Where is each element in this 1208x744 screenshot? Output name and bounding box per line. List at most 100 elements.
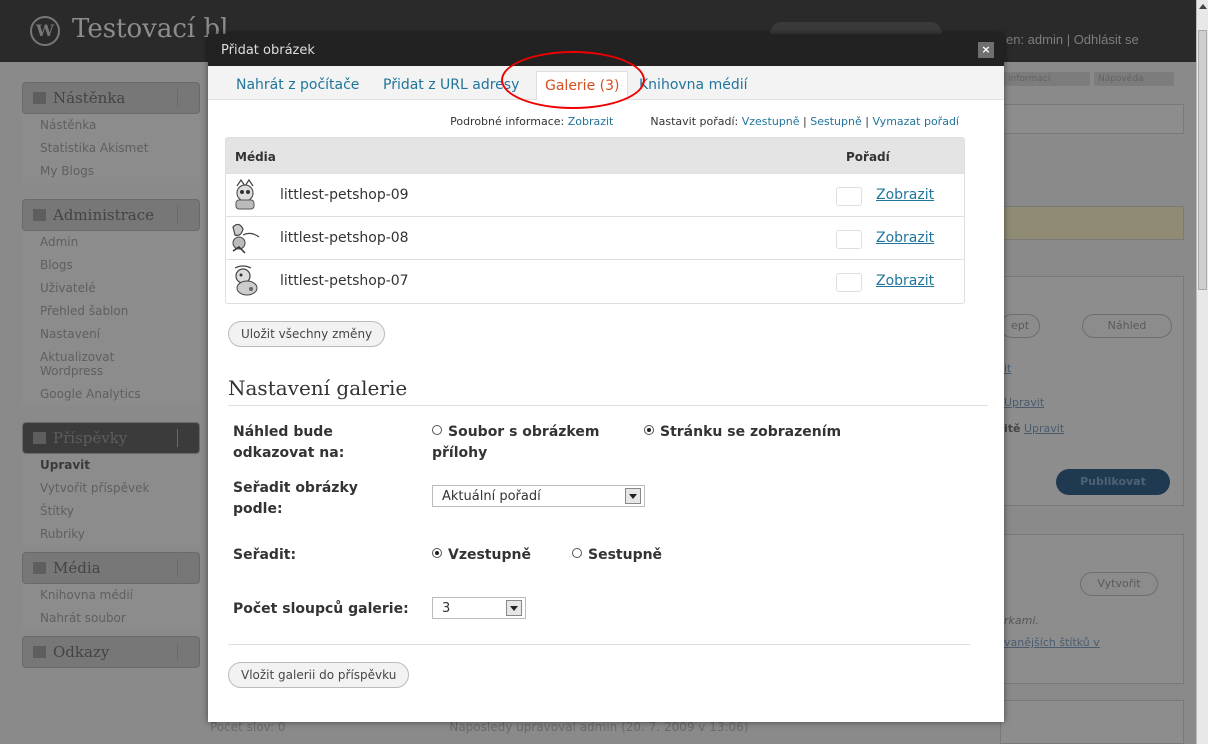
menu-item: Štítky: [22, 500, 200, 523]
menu-title: Odkazy: [53, 643, 110, 661]
column-media: Média: [235, 150, 276, 164]
menu-separator: [22, 183, 200, 193]
scroll-up-icon[interactable]: [1199, 4, 1207, 9]
radio-selected-icon[interactable]: [644, 425, 654, 435]
help-tab: Nápověda: [1094, 72, 1174, 86]
gallery-toolbar: Podrobné informace: Zobrazit Nastavit po…: [450, 115, 959, 128]
dropdown-arrow-icon[interactable]: [625, 488, 641, 504]
order-ascending-link[interactable]: Vzestupně: [742, 115, 800, 128]
scroll-thumb[interactable]: [1198, 30, 1207, 290]
popular-tags-link: vanějších štítků v: [1004, 636, 1100, 649]
table-row: littlest-petshop-09 Zobrazit: [226, 174, 964, 217]
menu-item: Wordpress: [22, 364, 200, 383]
petshop-thumbnail: [229, 178, 263, 212]
media-icon: [33, 562, 46, 574]
table-row: littlest-petshop-07 Zobrazit: [226, 260, 964, 303]
link-to-file-option[interactable]: Soubor s obrázkem: [432, 422, 599, 443]
tab-media-library[interactable]: Knihovna médií: [639, 77, 748, 93]
notice-box: [1000, 104, 1184, 134]
home-icon: [33, 92, 46, 104]
tags-box: [1000, 534, 1184, 684]
menu-dashboard: Nástěnka: [22, 82, 200, 114]
preview-button: Náhled: [1082, 314, 1172, 338]
media-name: littlest-petshop-07: [280, 273, 409, 289]
radio-icon[interactable]: [572, 548, 582, 558]
link-to-attachment-option-cont: přílohy: [432, 445, 488, 461]
menu-item: Google Analytics: [22, 383, 200, 406]
dialog-titlebar: Přidat obrázek ×: [208, 34, 1004, 66]
site-title: Testovací bl: [72, 14, 229, 44]
save-all-changes-button[interactable]: Uložit všechny změny: [228, 321, 386, 347]
menu-item: Admin: [22, 231, 200, 254]
divider: [228, 644, 970, 645]
footer-status: Počet slov: 0 Naposledy upravoval admin …: [210, 720, 748, 734]
order-direction-label: Seřadit:: [233, 547, 297, 563]
menu-toggle-icon: [177, 206, 193, 224]
link-to-attachment-option[interactable]: Stránku se zobrazením: [644, 422, 841, 443]
tab-upload-from-computer[interactable]: Nahrát z počítače: [236, 77, 359, 93]
menu-item: Upravit: [22, 454, 200, 477]
menu-posts: Příspěvky: [22, 422, 200, 454]
show-media-link[interactable]: Zobrazit: [876, 273, 934, 289]
order-input[interactable]: [836, 273, 862, 292]
edit-link: Upravit: [1004, 396, 1045, 409]
media-tabs: Nahrát z počítače Přidat z URL adresy Ga…: [208, 66, 1004, 101]
tab-gallery[interactable]: Galerie (3): [536, 71, 629, 101]
dialog-title: Přidat obrázek: [221, 43, 315, 58]
column-order: Pořadí: [846, 150, 890, 164]
table-header: Média Pořadí: [226, 138, 964, 174]
menu-toggle-icon: [177, 89, 193, 107]
selected-value: 3: [442, 601, 451, 616]
menu-title: Administrace: [53, 206, 155, 224]
petshop-thumbnail: [229, 264, 263, 298]
petshop-thumbnail: [229, 221, 263, 255]
show-media-link[interactable]: Zobrazit: [876, 187, 934, 203]
last-edited: Naposledy upravoval admin (20. 7. 2009 v…: [449, 720, 749, 734]
radio-selected-icon[interactable]: [432, 548, 442, 558]
columns-label: Počet sloupců galerie:: [233, 601, 409, 617]
wordpress-logo-icon: W: [30, 16, 60, 46]
show-details-link[interactable]: Zobrazit: [568, 115, 614, 128]
menu-title: Média: [53, 559, 101, 577]
menu-item: Nahrát soubor: [22, 607, 200, 630]
word-count: Počet slov: 0: [210, 720, 286, 734]
menu-title: Nástěnka: [53, 89, 126, 107]
admin-sidebar: Nástěnka Nástěnka Statistika Akismet My …: [22, 82, 200, 744]
columns-select[interactable]: 3: [432, 597, 526, 619]
radio-icon[interactable]: [432, 425, 442, 435]
option-label: Stránku se zobrazením: [660, 424, 842, 440]
save-draft-button: ept: [1000, 314, 1040, 338]
edit-visibility: itě Upravit: [1004, 422, 1064, 435]
menu-item: Uživatelé: [22, 277, 200, 300]
order-input[interactable]: [836, 187, 862, 206]
dropdown-arrow-icon[interactable]: [506, 600, 522, 616]
order-input[interactable]: [836, 230, 862, 249]
sort-by-select[interactable]: Aktuální pořadí: [432, 485, 645, 507]
admin-icon: [33, 209, 46, 221]
warning-box: [1000, 206, 1184, 240]
visibility-label: itě: [1004, 422, 1021, 435]
menu-item: Knihovna médií: [22, 584, 200, 607]
menu-links: Odkazy: [22, 636, 200, 668]
menu-item: Blogs: [22, 254, 200, 277]
ascending-option[interactable]: Vzestupně: [432, 545, 531, 566]
menu-administration: Administrace: [22, 199, 200, 231]
add-image-dialog: Přidat obrázek × Nahrát z počítače Přida…: [208, 34, 1004, 722]
link-to-label: Náhled bude odkazovat na:: [233, 424, 345, 461]
page-scrollbar[interactable]: [1196, 0, 1208, 744]
sort-by-label: Seřadit obrázky podle:: [233, 480, 358, 517]
clear-order-link[interactable]: Vymazat pořadí: [872, 115, 959, 128]
insert-gallery-button[interactable]: Vložit galerii do příspěvku: [228, 662, 410, 688]
tab-from-url[interactable]: Přidat z URL adresy: [383, 77, 519, 93]
divider: [228, 405, 988, 406]
pin-icon: [33, 432, 46, 444]
descending-option[interactable]: Sestupně: [572, 545, 662, 566]
table-row: littlest-petshop-08 Zobrazit: [226, 217, 964, 260]
menu-item: Nástěnka: [22, 114, 200, 137]
gallery-settings-title: Nastavení galerie: [228, 376, 408, 400]
close-icon[interactable]: ×: [978, 42, 994, 58]
show-media-link[interactable]: Zobrazit: [876, 230, 934, 246]
user-info: en: admin | Odhlásit se: [1006, 32, 1139, 47]
order-descending-link[interactable]: Sestupně: [810, 115, 862, 128]
menu-item: Přehled šablon: [22, 300, 200, 323]
